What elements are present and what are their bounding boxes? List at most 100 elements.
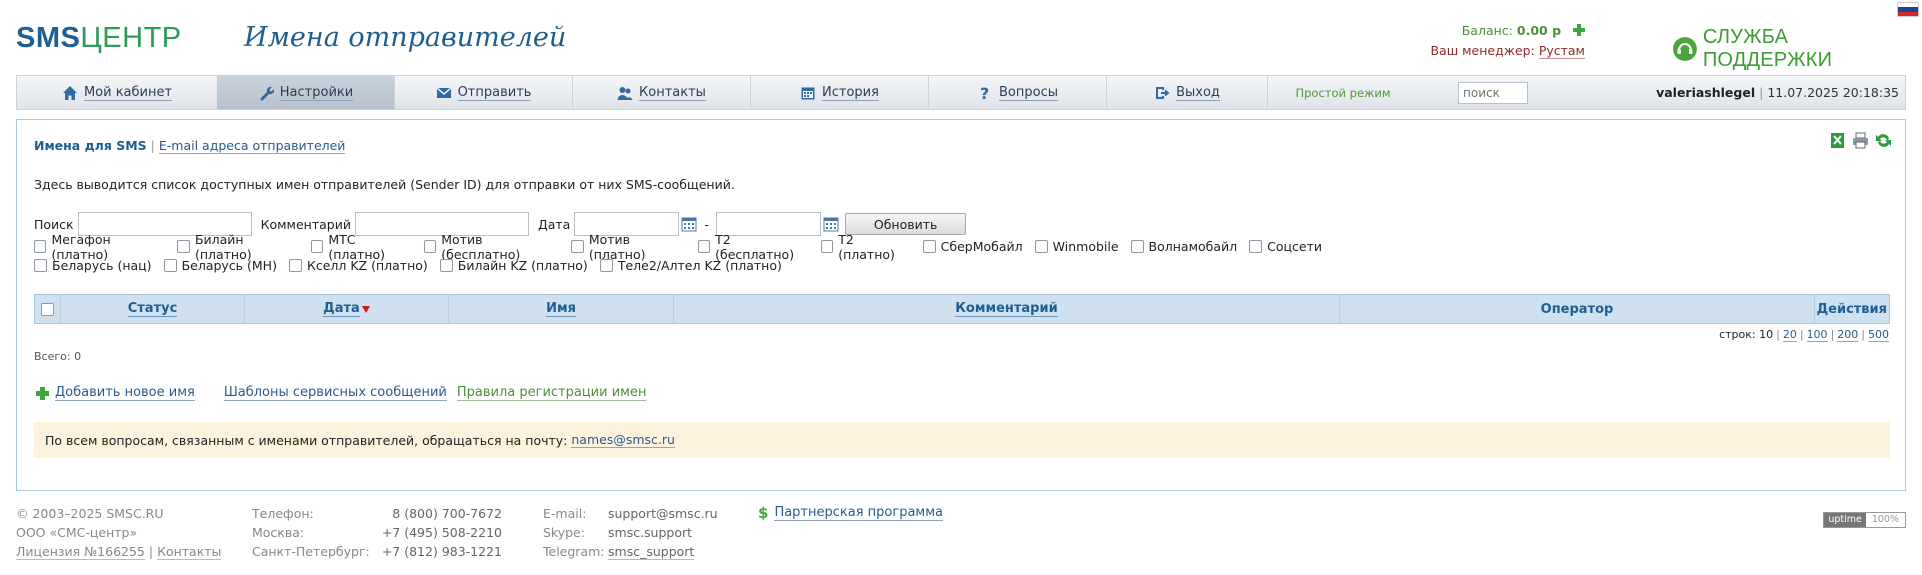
column-comment[interactable]: Комментарий bbox=[674, 295, 1340, 323]
checkbox[interactable] bbox=[571, 240, 584, 253]
comment-label: Комментарий bbox=[260, 216, 351, 232]
checkbox[interactable] bbox=[34, 240, 47, 253]
subtabs: Имена для SMS | E-mail адреса отправителей bbox=[34, 138, 346, 154]
select-all-cell bbox=[35, 295, 61, 323]
checkbox[interactable] bbox=[177, 240, 190, 253]
add-icon[interactable] bbox=[36, 386, 49, 400]
nav-item-settings[interactable]: Настройки bbox=[217, 76, 394, 109]
checkbox[interactable] bbox=[423, 240, 437, 253]
operator-checkbox[interactable]: МТС (платно) bbox=[310, 232, 412, 262]
column-status[interactable]: Статус bbox=[61, 295, 245, 323]
operator-checkbox[interactable]: Билайн KZ (платно) bbox=[439, 258, 588, 273]
support-link[interactable]: СЛУЖБА ПОДДЕРЖКИ bbox=[1672, 26, 1922, 72]
save-excel-icon[interactable] bbox=[1829, 132, 1846, 149]
phone-label: Телефон: bbox=[252, 506, 314, 521]
nav-item-send[interactable]: Отправить bbox=[395, 76, 572, 109]
contacts-icon bbox=[617, 86, 633, 100]
checkbox[interactable] bbox=[163, 259, 177, 272]
toolbar-icons bbox=[1829, 132, 1892, 149]
nav-item-history[interactable]: История bbox=[751, 76, 928, 109]
company-name: ООО «СМС-центр» bbox=[16, 525, 138, 540]
date-label: Дата bbox=[537, 216, 571, 232]
checkbox[interactable] bbox=[310, 240, 324, 253]
registration-rules-link[interactable]: Правила регистрации имен bbox=[456, 385, 647, 401]
operator-checkbox[interactable]: Теле2/Алтел KZ (платно) bbox=[599, 258, 782, 273]
checkbox[interactable] bbox=[820, 240, 834, 253]
pager-option[interactable]: 200 bbox=[1837, 328, 1859, 342]
checkbox[interactable] bbox=[34, 259, 47, 272]
column-name[interactable]: Имя bbox=[449, 295, 674, 323]
add-balance-icon[interactable] bbox=[1573, 24, 1585, 36]
nav-item-cabinet[interactable]: Мой кабинет bbox=[17, 76, 217, 109]
checkbox[interactable] bbox=[599, 259, 613, 272]
operator-checkbox[interactable]: Беларусь (МН) bbox=[163, 258, 277, 273]
uptime-value: 100% bbox=[1871, 514, 1899, 525]
add-sender-name-link[interactable]: Добавить новое имя bbox=[55, 385, 195, 401]
operator-checkbox[interactable]: Беларусь (нац) bbox=[34, 258, 152, 273]
contact-value: smsc.support bbox=[608, 525, 693, 540]
logo[interactable]: SMSЦЕНТР bbox=[16, 22, 182, 55]
operator-checkbox[interactable]: Билайн (платно) bbox=[177, 232, 298, 262]
date-range-dash: - bbox=[704, 216, 709, 232]
contacts-link[interactable]: Контакты bbox=[157, 544, 222, 560]
nav-label: Контакты bbox=[639, 84, 706, 101]
operator-label: Билайн (платно) bbox=[194, 231, 252, 262]
nav-label: Выход bbox=[1176, 84, 1220, 101]
sort-desc-icon bbox=[361, 305, 370, 313]
operator-checkbox[interactable]: T2 (платно) bbox=[820, 232, 911, 262]
checkbox[interactable] bbox=[922, 240, 936, 253]
tab-sms-names[interactable]: Имена для SMS bbox=[34, 138, 147, 153]
operator-checkbox[interactable]: T2 (бесплатно) bbox=[697, 232, 809, 262]
operator-checkbox[interactable]: Мотив (бесплатно) bbox=[423, 232, 560, 262]
operator-checkbox[interactable]: Волнамобайл bbox=[1130, 239, 1238, 254]
balance-label: Баланс: bbox=[1461, 23, 1513, 38]
intro-text: Здесь выводится список доступных имен от… bbox=[34, 177, 735, 192]
copyright: © 2003–2025 SMSC.RU bbox=[16, 506, 164, 521]
balance-value: 0.00 р bbox=[1516, 23, 1562, 38]
datetime: 11.07.2025 20:18:35 bbox=[1767, 85, 1899, 100]
nav-item-contacts[interactable]: Контакты bbox=[573, 76, 750, 109]
pager-option[interactable]: 100 bbox=[1806, 328, 1828, 342]
uptime-badge[interactable]: uptime 100% bbox=[1823, 512, 1906, 528]
manager-link[interactable]: Рустам bbox=[1538, 43, 1585, 59]
search-input[interactable] bbox=[1458, 81, 1528, 104]
checkbox[interactable] bbox=[1130, 240, 1144, 253]
operator-checkbox[interactable]: Кселл KZ (платно) bbox=[288, 258, 428, 273]
select-all-checkbox[interactable] bbox=[41, 302, 54, 316]
calendar-picker-icon[interactable] bbox=[681, 216, 697, 232]
username[interactable]: valeriashlegel bbox=[1656, 85, 1755, 100]
operator-checkbox[interactable]: Winmobile bbox=[1034, 239, 1119, 254]
checkbox[interactable] bbox=[697, 240, 711, 253]
partner-program-link[interactable]: Партнерская программа bbox=[774, 505, 944, 521]
pager-option[interactable]: 500 bbox=[1868, 328, 1889, 342]
service-templates-link[interactable]: Шаблоны сервисных сообщений bbox=[223, 385, 447, 401]
operator-checkbox[interactable]: Соцсети bbox=[1249, 239, 1322, 254]
russia-flag-icon[interactable] bbox=[1897, 2, 1919, 17]
logo-part1: SMS bbox=[16, 22, 81, 54]
tab-email-addresses[interactable]: E-mail адреса отправителей bbox=[158, 138, 346, 154]
print-icon[interactable] bbox=[1852, 132, 1869, 149]
operator-checkbox[interactable]: Мотив (платно) bbox=[571, 232, 685, 262]
operator-checkbox[interactable]: СберМобайл bbox=[922, 239, 1023, 254]
main-nav: Мой кабинет Настройки Отправить Контакты… bbox=[16, 75, 1906, 110]
checkbox[interactable] bbox=[439, 259, 453, 272]
header: SMSЦЕНТР Имена отправителей Баланс: 0.00… bbox=[0, 0, 1922, 74]
calendar-picker-icon[interactable] bbox=[823, 216, 839, 232]
column-date[interactable]: Дата bbox=[245, 295, 449, 323]
operator-label: Волнамобайл bbox=[1148, 239, 1238, 254]
license-link[interactable]: Лицензия №166255 bbox=[16, 544, 145, 560]
nav-item-logout[interactable]: Выход bbox=[1107, 76, 1267, 109]
nav-item-questions[interactable]: ? Вопросы bbox=[929, 76, 1106, 109]
checkbox[interactable] bbox=[288, 259, 302, 272]
checkbox[interactable] bbox=[1034, 240, 1048, 253]
checkbox[interactable] bbox=[1249, 240, 1263, 253]
pager-option[interactable]: 20 bbox=[1782, 328, 1797, 342]
refresh-icon[interactable] bbox=[1875, 132, 1892, 149]
notice-email-link[interactable]: names@smsc.ru bbox=[571, 432, 675, 448]
operator-label: СберМобайл bbox=[940, 239, 1023, 254]
operator-checkbox[interactable]: Мегафон (платно) bbox=[34, 232, 165, 262]
simple-mode-link[interactable]: Простой режим bbox=[1268, 86, 1418, 100]
phone-value: +7 (495) 508-2210 bbox=[381, 525, 502, 540]
contact-label: Telegram: bbox=[543, 544, 605, 559]
telegram-link[interactable]: smsc_support bbox=[608, 544, 695, 560]
